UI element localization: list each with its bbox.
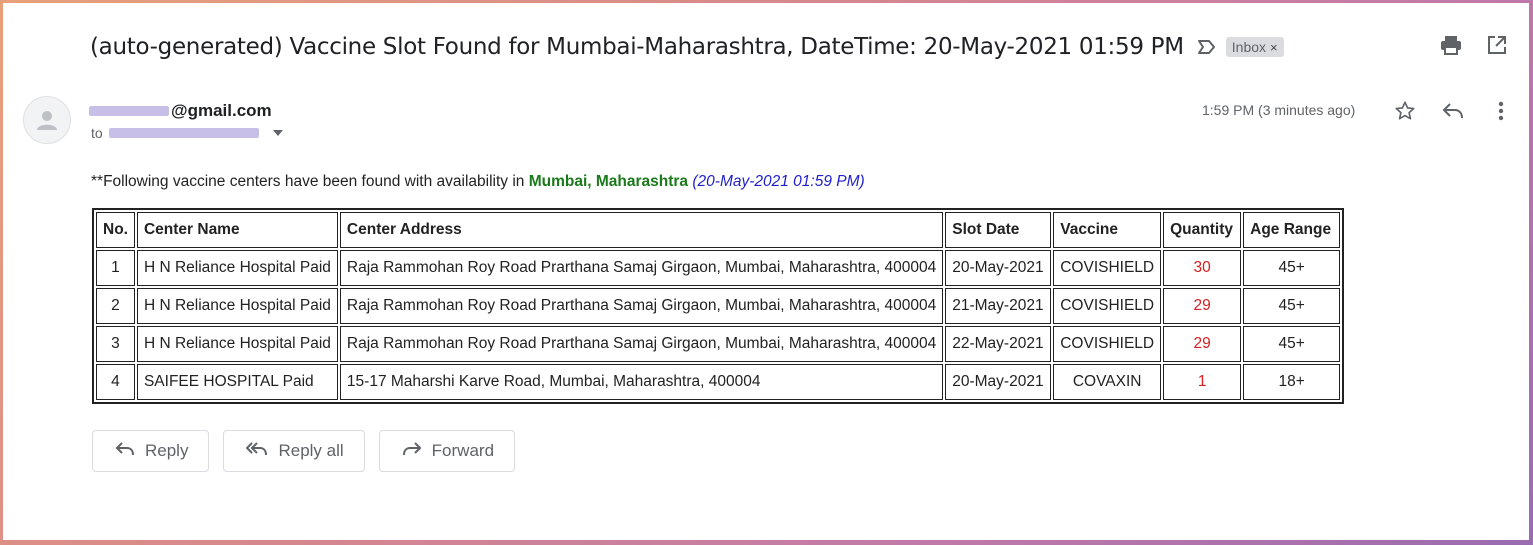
cell-vaccine: COVAXIN: [1053, 364, 1162, 400]
cell-age-range: 45+: [1243, 288, 1341, 324]
cell-slot-date: 22-May-2021: [945, 326, 1052, 362]
cell-quantity: 30: [1163, 250, 1242, 286]
reply-all-button[interactable]: Reply all: [223, 430, 365, 472]
table-row: 4 SAIFEE HOSPITAL Paid 15-17 Maharshi Ka…: [96, 364, 1341, 400]
intro-text: **Following vaccine centers have been fo…: [91, 173, 529, 190]
important-marker-icon[interactable]: [1196, 36, 1218, 58]
table-row: 1 H N Reliance Hospital Paid Raja Rammoh…: [96, 250, 1341, 286]
cell-center-address: Raja Rammohan Roy Road Prarthana Samaj G…: [339, 288, 944, 324]
header-no: No.: [96, 212, 135, 248]
cell-center-name: H N Reliance Hospital Paid: [136, 250, 338, 286]
cell-center-address: Raja Rammohan Roy Road Prarthana Samaj G…: [339, 250, 944, 286]
reply-button-label: Reply: [145, 441, 189, 460]
cell-age-range: 45+: [1243, 326, 1341, 362]
header-vaccine: Vaccine: [1053, 212, 1162, 248]
sender-domain: @gmail.com: [171, 101, 272, 120]
datetime-text: (20-May-2021 01:59 PM): [692, 173, 865, 190]
inbox-label: Inbox ×: [1225, 37, 1284, 57]
cell-age-range: 45+: [1243, 250, 1341, 286]
message-time: 1:59 PM (3 minutes ago): [1202, 102, 1356, 118]
reply-icon[interactable]: [1441, 99, 1465, 123]
intro-paragraph: **Following vaccine centers have been fo…: [91, 173, 865, 191]
message-actions: [1393, 99, 1513, 123]
reply-button[interactable]: Reply: [92, 430, 210, 472]
forward-arrow-icon: [402, 441, 422, 462]
header-center-name: Center Name: [136, 212, 338, 248]
table-row: 3 H N Reliance Hospital Paid Raja Rammoh…: [96, 326, 1341, 362]
cell-slot-date: 21-May-2021: [945, 288, 1052, 324]
vaccine-centers-table: No. Center Name Center Address Slot Date…: [92, 208, 1345, 404]
more-vertical-icon[interactable]: [1489, 99, 1513, 123]
table-row: 2 H N Reliance Hospital Paid Raja Rammoh…: [96, 288, 1341, 324]
default-avatar-icon: [23, 96, 71, 144]
redacted-sender-name: [89, 106, 169, 116]
cell-quantity: 1: [1163, 364, 1242, 400]
reply-all-arrow-icon: [246, 441, 268, 462]
sender-email: @gmail.com: [89, 101, 272, 121]
to-prefix: to: [91, 125, 103, 141]
recipient-line: to: [91, 125, 283, 141]
cell-center-name: H N Reliance Hospital Paid: [136, 326, 338, 362]
forward-button[interactable]: Forward: [378, 430, 516, 472]
header-center-address: Center Address: [339, 212, 944, 248]
thread-actions: [1439, 33, 1509, 57]
cell-no: 3: [96, 326, 135, 362]
table-header-row: No. Center Name Center Address Slot Date…: [96, 212, 1341, 248]
location-text: Mumbai, Maharashtra: [528, 173, 689, 190]
star-icon[interactable]: [1393, 99, 1417, 123]
show-details-chevron-icon[interactable]: [272, 130, 283, 136]
reply-arrow-icon: [115, 441, 135, 462]
cell-vaccine: COVISHIELD: [1053, 250, 1162, 286]
remove-label-button[interactable]: ×: [1270, 40, 1278, 55]
cell-no: 2: [96, 288, 135, 324]
cell-center-name: SAIFEE HOSPITAL Paid: [136, 364, 338, 400]
cell-slot-date: 20-May-2021: [945, 364, 1052, 400]
cell-vaccine: COVISHIELD: [1053, 288, 1162, 324]
email-view: (auto-generated) Vaccine Slot Found for …: [3, 3, 1529, 540]
header-slot-date: Slot Date: [945, 212, 1052, 248]
print-icon[interactable]: [1439, 33, 1463, 57]
reply-all-button-label: Reply all: [278, 441, 344, 460]
cell-no: 1: [96, 250, 135, 286]
reply-actions: Reply Reply all Forward: [92, 430, 516, 472]
inbox-label-text: Inbox: [1231, 39, 1267, 55]
open-in-new-window-icon[interactable]: [1485, 33, 1509, 57]
cell-center-address: Raja Rammohan Roy Road Prarthana Samaj G…: [339, 326, 944, 362]
cell-quantity: 29: [1163, 288, 1242, 324]
header-age-range: Age Range: [1243, 212, 1341, 248]
cell-center-address: 15-17 Maharshi Karve Road, Mumbai, Mahar…: [339, 364, 944, 400]
cell-vaccine: COVISHIELD: [1053, 326, 1162, 362]
forward-button-label: Forward: [431, 441, 495, 460]
header-quantity: Quantity: [1163, 212, 1242, 248]
email-subject: (auto-generated) Vaccine Slot Found for …: [90, 34, 1184, 60]
subject-row: (auto-generated) Vaccine Slot Found for …: [90, 31, 1284, 63]
redacted-recipient: [108, 128, 259, 138]
cell-no: 4: [96, 364, 135, 400]
cell-quantity: 29: [1163, 326, 1242, 362]
cell-slot-date: 20-May-2021: [945, 250, 1052, 286]
cell-center-name: H N Reliance Hospital Paid: [136, 288, 338, 324]
cell-age-range: 18+: [1243, 364, 1341, 400]
